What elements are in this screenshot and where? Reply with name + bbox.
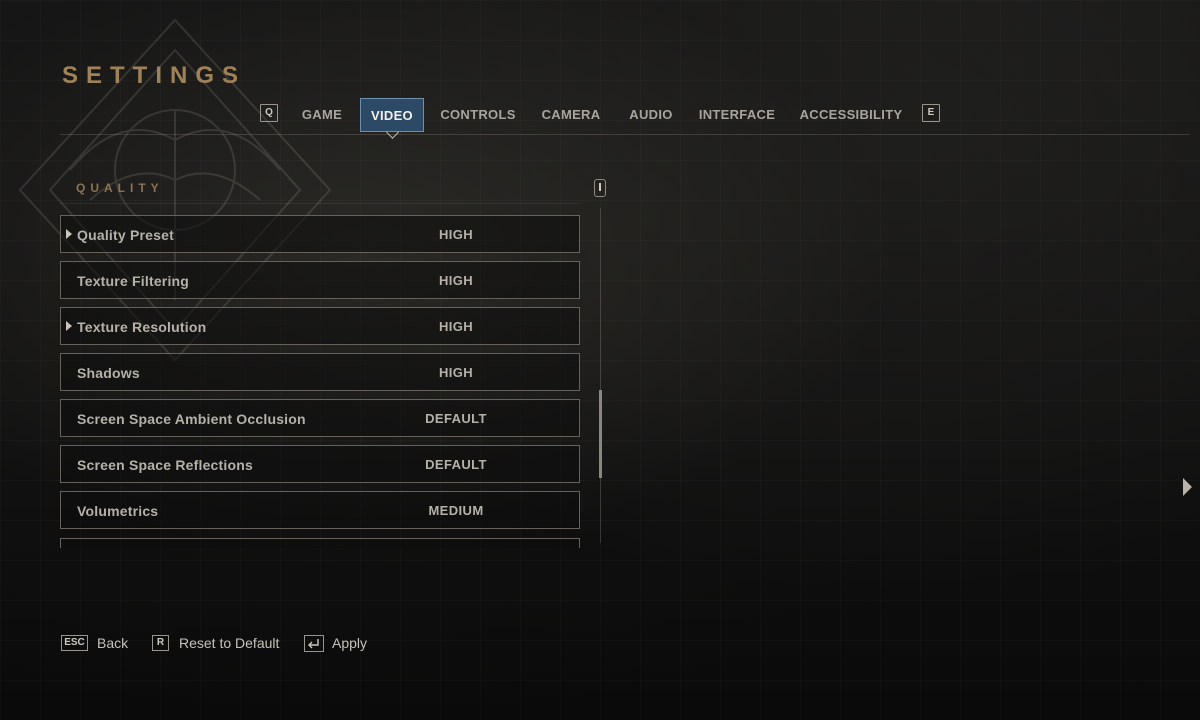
setting-row-ssao[interactable]: Screen Space Ambient Occlusion DEFAULT bbox=[60, 399, 580, 437]
setting-row-texture-resolution[interactable]: Texture Resolution HIGH bbox=[60, 307, 580, 345]
setting-label: Shadows bbox=[77, 365, 140, 381]
setting-row-volumetrics[interactable]: Volumetrics MEDIUM bbox=[60, 491, 580, 529]
esc-key-icon: ESC bbox=[61, 635, 88, 651]
scrollbar-track[interactable] bbox=[600, 208, 601, 543]
setting-value[interactable]: HIGH bbox=[361, 354, 551, 392]
section-divider bbox=[60, 203, 580, 204]
setting-row-partial[interactable] bbox=[60, 538, 580, 548]
setting-value[interactable]: HIGH bbox=[361, 216, 551, 254]
settings-list: Quality Preset HIGH Texture Filtering HI… bbox=[60, 215, 582, 548]
scrollbar-thumb[interactable] bbox=[599, 390, 602, 478]
setting-row-quality-preset[interactable]: Quality Preset HIGH bbox=[60, 215, 580, 253]
setting-row-texture-filtering[interactable]: Texture Filtering HIGH bbox=[60, 261, 580, 299]
r-key-icon: R bbox=[152, 635, 169, 651]
apply-label: Apply bbox=[332, 635, 368, 651]
tab-audio[interactable]: AUDIO bbox=[618, 98, 684, 132]
setting-value[interactable]: HIGH bbox=[361, 308, 551, 346]
setting-value[interactable]: DEFAULT bbox=[361, 446, 551, 484]
setting-row-ssr[interactable]: Screen Space Reflections DEFAULT bbox=[60, 445, 580, 483]
scroll-mouse-icon bbox=[594, 179, 606, 197]
prev-tab-key[interactable]: Q bbox=[260, 104, 278, 122]
page-title: SETTINGS bbox=[62, 62, 247, 89]
setting-label: Quality Preset bbox=[77, 227, 174, 243]
expand-arrow-icon bbox=[66, 321, 72, 331]
tab-accessibility[interactable]: ACCESSIBILITY bbox=[792, 98, 910, 132]
setting-label: Texture Filtering bbox=[77, 273, 190, 289]
setting-value[interactable]: DEFAULT bbox=[361, 400, 551, 438]
mouse-cursor-icon bbox=[1183, 478, 1192, 496]
setting-label: Screen Space Ambient Occlusion bbox=[77, 411, 306, 427]
tab-controls[interactable]: CONTROLS bbox=[432, 98, 524, 132]
setting-value[interactable]: HIGH bbox=[361, 262, 551, 300]
setting-label: Volumetrics bbox=[77, 503, 159, 519]
tab-underline bbox=[60, 134, 1190, 135]
tab-camera[interactable]: CAMERA bbox=[532, 98, 610, 132]
section-title: QUALITY bbox=[76, 181, 164, 195]
setting-row-shadows[interactable]: Shadows HIGH bbox=[60, 353, 580, 391]
setting-value[interactable]: MEDIUM bbox=[361, 492, 551, 530]
reset-label: Reset to Default bbox=[179, 635, 280, 651]
next-tab-key[interactable]: E bbox=[922, 104, 940, 122]
setting-label: Screen Space Reflections bbox=[77, 457, 253, 473]
expand-arrow-icon bbox=[66, 229, 72, 239]
setting-label: Texture Resolution bbox=[77, 319, 207, 335]
tab-game[interactable]: GAME bbox=[290, 98, 354, 132]
back-label: Back bbox=[97, 635, 129, 651]
enter-key-icon bbox=[304, 635, 324, 652]
tab-interface[interactable]: INTERFACE bbox=[692, 98, 782, 132]
